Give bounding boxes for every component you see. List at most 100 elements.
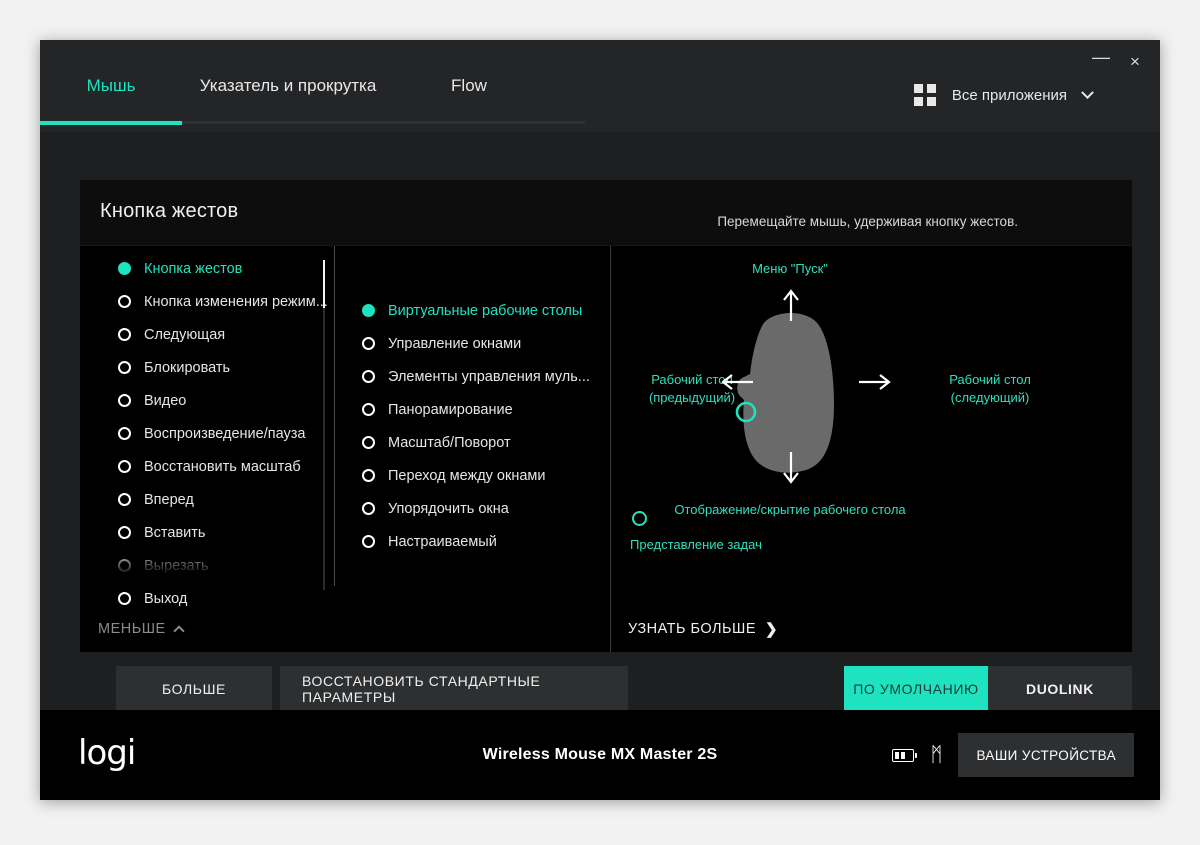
restore-defaults-button[interactable]: ВОССТАНОВИТЬ СТАНДАРТНЫЕ ПАРАМЕТРЫ	[280, 666, 628, 712]
battery-icon	[892, 748, 918, 762]
action-item-gesture-button[interactable]: Кнопка жестов	[80, 252, 334, 285]
mode-item-label: Переход между окнами	[388, 467, 546, 484]
learn-more-button[interactable]: УЗНАТЬ БОЛЬШЕ ❯	[628, 621, 778, 637]
action-item-label: Вставить	[144, 524, 206, 541]
radio-icon	[118, 592, 131, 605]
action-list-scrollbar[interactable]	[323, 260, 325, 590]
action-item-label: Следующая	[144, 326, 226, 343]
action-item-play-pause[interactable]: Воспроизведение/пауза	[80, 417, 334, 450]
action-item-video[interactable]: Видео	[80, 384, 334, 417]
mode-item-zoom-rotate[interactable]: Масштаб/Поворот	[334, 426, 610, 459]
chevron-down-icon	[1081, 85, 1094, 99]
action-list: Кнопка жестов Кнопка изменения режим... …	[80, 246, 334, 615]
action-item-exit[interactable]: Выход	[80, 582, 334, 615]
mode-item-label: Виртуальные рабочие столы	[388, 302, 583, 319]
radio-icon	[118, 526, 131, 539]
action-item-label: Вырезать	[144, 557, 209, 574]
learn-more-row: УЗНАТЬ БОЛЬШЕ ❯	[610, 620, 1132, 638]
arrow-left-icon	[720, 373, 754, 391]
device-name: Wireless Mouse MX Master 2S	[482, 746, 718, 763]
mode-item-custom[interactable]: Настраиваемый	[334, 525, 610, 558]
mode-item-arrange-windows[interactable]: Упорядочить окна	[334, 492, 610, 525]
tab-pointer-scroll[interactable]: Указатель и прокрутка	[182, 76, 394, 118]
show-less-button[interactable]: МЕНЬШЕ	[98, 621, 185, 637]
action-item-next[interactable]: Следующая	[80, 318, 334, 351]
action-item-lock[interactable]: Блокировать	[80, 351, 334, 384]
gesture-hint-text: Перемещайте мышь, удерживая кнопку жесто…	[717, 214, 1018, 229]
radio-icon	[362, 370, 375, 383]
window-controls: — ×	[1086, 48, 1150, 74]
all-applications-label: Все приложения	[951, 86, 1067, 104]
radio-icon	[118, 427, 131, 440]
radio-icon	[362, 469, 375, 482]
profile-duolink-button[interactable]: DUOLINK	[988, 666, 1132, 712]
action-item-label: Блокировать	[144, 359, 231, 376]
tab-active-indicator	[40, 121, 182, 125]
action-item-label: Кнопка жестов	[144, 260, 243, 277]
action-item-mode-shift-button[interactable]: Кнопка изменения режим...	[80, 285, 334, 318]
gesture-label-right-line1: Рабочий стол	[949, 372, 1031, 387]
chevron-right-icon: ❯	[765, 620, 779, 638]
radio-icon	[362, 436, 375, 449]
mode-item-media-controls[interactable]: Элементы управления муль...	[334, 360, 610, 393]
gesture-label-right-line2: (следующий)	[950, 389, 1030, 405]
mode-item-window-management[interactable]: Управление окнами	[334, 327, 610, 360]
button-bar: БОЛЬШЕ ВОССТАНОВИТЬ СТАНДАРТНЫЕ ПАРАМЕТР…	[80, 666, 1132, 712]
all-applications-selector[interactable]: Все приложения	[913, 84, 1094, 106]
action-item-label: Восстановить масштаб	[144, 458, 301, 475]
mode-item-window-switch[interactable]: Переход между окнами	[334, 459, 610, 492]
action-item-label: Выход	[144, 590, 188, 607]
radio-icon	[118, 394, 131, 407]
radio-icon	[118, 361, 131, 374]
arrow-up-icon	[782, 288, 800, 322]
minimize-button[interactable]: —	[1086, 48, 1116, 74]
task-view-ring-icon	[632, 511, 647, 526]
tab-flow[interactable]: Flow	[394, 76, 544, 118]
card-body: Кнопка жестов Кнопка изменения режим... …	[80, 246, 1132, 652]
mode-item-virtual-desktops[interactable]: Виртуальные рабочие столы	[334, 294, 610, 327]
mode-item-label: Управление окнами	[388, 335, 522, 352]
radio-icon	[118, 328, 131, 341]
radio-icon	[118, 295, 131, 308]
mouse-gesture-diagram: Меню "Пуск" Рабочий стол (предыдущий) Ра…	[610, 246, 1132, 652]
radio-icon	[118, 493, 131, 506]
arrow-right-icon	[858, 373, 892, 391]
more-button[interactable]: БОЛЬШЕ	[116, 666, 272, 712]
bluetooth-icon: ᛗ	[930, 744, 943, 766]
tab-mouse[interactable]: Мышь	[40, 76, 182, 118]
gesture-label-up: Меню "Пуск"	[752, 261, 828, 276]
scrollbar-thumb[interactable]	[323, 260, 325, 308]
radio-icon	[362, 337, 375, 350]
gesture-label-right: Рабочий стол (следующий)	[910, 371, 1070, 406]
your-devices-button[interactable]: ВАШИ УСТРОЙСТВА	[958, 733, 1134, 777]
action-item-paste[interactable]: Вставить	[80, 516, 334, 549]
mode-item-panning[interactable]: Панорамирование	[334, 393, 610, 426]
gesture-label-down: Отображение/скрытие рабочего стола	[674, 502, 906, 517]
arrow-down-icon	[782, 451, 800, 485]
title-bar: — × Мышь Указатель и прокрутка Flow Все …	[40, 40, 1160, 132]
gesture-mode-column: Виртуальные рабочие столы Управление окн…	[334, 246, 610, 652]
grid-icon	[913, 84, 936, 106]
gesture-mode-list: Виртуальные рабочие столы Управление окн…	[334, 246, 610, 558]
collapse-row: МЕНЬШЕ	[80, 620, 334, 638]
profile-default-button[interactable]: ПО УМОЛЧАНИЮ	[844, 666, 988, 712]
action-item-forward[interactable]: Вперед	[80, 483, 334, 516]
mode-item-label: Упорядочить окна	[388, 500, 509, 517]
close-button[interactable]: ×	[1120, 48, 1150, 74]
action-item-restore-zoom[interactable]: Восстановить масштаб	[80, 450, 334, 483]
learn-more-label: УЗНАТЬ БОЛЬШЕ	[628, 621, 757, 637]
logi-logo: logi	[78, 733, 136, 773]
action-list-column: Кнопка жестов Кнопка изменения режим... …	[80, 246, 334, 652]
action-item-label: Видео	[144, 392, 187, 409]
footer-right-group: ᛗ ВАШИ УСТРОЙСТВА	[892, 710, 1134, 800]
footer-bar: logi Wireless Mouse MX Master 2S ᛗ ВАШИ …	[40, 710, 1160, 800]
action-item-label: Воспроизведение/пауза	[144, 425, 306, 442]
action-item-cut[interactable]: Вырезать	[80, 549, 334, 582]
gesture-label-task-view: Представление задач	[630, 537, 762, 552]
page-title: Кнопка жестов	[100, 200, 239, 222]
radio-icon	[118, 262, 131, 275]
radio-icon	[362, 535, 375, 548]
mode-item-label: Настраиваемый	[388, 533, 497, 550]
mode-item-label: Панорамирование	[388, 401, 513, 418]
profile-segmented-control: ПО УМОЛЧАНИЮ DUOLINK	[844, 666, 1132, 712]
